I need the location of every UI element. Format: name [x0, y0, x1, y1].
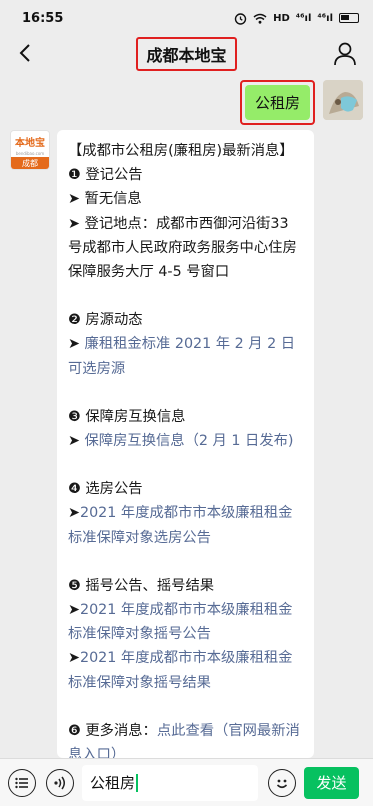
- back-button[interactable]: [10, 38, 40, 68]
- section-title: ❺ 摇号公告、摇号结果: [68, 577, 215, 594]
- exchange-info-link[interactable]: 保障房互换信息（2 月 1 日发布): [85, 433, 294, 449]
- section-line: ➤2021 年度成都市市本级廉租租金标准保障对象摇号结果: [68, 646, 304, 694]
- section-title: ❷ 房源动态: [68, 312, 143, 329]
- voice-icon: [54, 776, 65, 789]
- user-avatar-image: [323, 80, 363, 120]
- chat-title: 成都本地宝: [136, 37, 237, 71]
- list-icon: [15, 777, 28, 788]
- section-line: ➤2021 年度成都市市本级廉租租金标准保障对象摇号公告: [68, 598, 304, 646]
- hd-icon: HD: [273, 12, 290, 24]
- message-input-value: 公租房: [90, 774, 136, 792]
- arrow-icon: ➤: [68, 602, 80, 619]
- send-button[interactable]: 发送: [304, 766, 359, 799]
- text-caret: [136, 773, 138, 792]
- section-text: ➤ 登记地点：成都市西御河沿街33 号成都市人民政府政务服务中心住房保障服务大厅…: [68, 215, 297, 281]
- voice-button[interactable]: [46, 768, 74, 797]
- housing-source-link[interactable]: 廉租租金标准 2021 年 2 月 2 日可选房源: [68, 336, 295, 376]
- avatar[interactable]: [323, 80, 363, 120]
- signal-icon: ⁴⁶ıl: [317, 12, 333, 24]
- message-input[interactable]: 公租房: [82, 764, 258, 801]
- alarm-icon: [234, 12, 247, 25]
- status-icons: HD ⁴⁶ıl ⁴⁶ıl: [234, 12, 359, 25]
- section-line: ➤2021 年度成都市市本级廉租租金标准保障对象选房公告: [68, 501, 304, 549]
- bendibao-logo-text: 本地宝: [11, 131, 49, 151]
- section-title: ❻ 更多消息：: [68, 722, 157, 739]
- arrow-icon: ➤: [68, 505, 80, 522]
- selection-notice-link[interactable]: 2021 年度成都市市本级廉租租金标准保障对象选房公告: [68, 505, 292, 545]
- message-heading: 【成都市公租房(廉租房)最新消息】: [68, 143, 294, 159]
- nav-bar: 成都本地宝: [0, 36, 373, 72]
- profile-button[interactable]: [331, 40, 359, 68]
- emoji-button[interactable]: [268, 768, 296, 797]
- section-title: ❶ 登记公告: [68, 167, 143, 184]
- section-line: ➤ 保障房互换信息（2 月 1 日发布): [68, 429, 304, 453]
- emoji-icon: [276, 779, 288, 788]
- battery-icon: [339, 13, 359, 23]
- menu-button[interactable]: [8, 768, 36, 797]
- section-line: ➤ 廉租租金标准 2021 年 2 月 2 日可选房源: [68, 332, 304, 380]
- person-icon: [334, 42, 356, 66]
- status-time: 16:55: [22, 10, 64, 26]
- lottery-notice-link[interactable]: 2021 年度成都市市本级廉租租金标准保障对象摇号公告: [68, 602, 292, 642]
- section-text: ➤ 暂无信息: [68, 191, 142, 208]
- arrow-icon: ➤: [68, 650, 80, 667]
- signal-icon: ⁴⁶ıl: [295, 12, 312, 24]
- section-title: ❸ 保障房互换信息: [68, 408, 186, 425]
- arrow-icon: ➤: [68, 433, 85, 450]
- status-bar: 16:55 HD ⁴⁶ıl ⁴⁶ıl: [0, 0, 373, 36]
- chevron-left-icon: [19, 44, 30, 62]
- outgoing-bubble[interactable]: 公租房: [244, 85, 310, 120]
- wifi-icon: [253, 13, 267, 24]
- incoming-bubble: 【成都市公租房(廉租房)最新消息】 ❶ 登记公告 ➤ 暂无信息 ➤ 登记地点：成…: [57, 130, 314, 763]
- bendibao-logo-city: 成都: [11, 157, 49, 169]
- arrow-icon: ➤: [68, 336, 85, 353]
- input-bar: 公租房 发送: [0, 758, 373, 806]
- outgoing-bubble-highlight: 公租房: [239, 80, 315, 125]
- outgoing-message: 公租房: [239, 80, 363, 125]
- bendibao-avatar[interactable]: 本地宝 bendibao.com 成都: [10, 130, 50, 170]
- lottery-result-link[interactable]: 2021 年度成都市市本级廉租租金标准保障对象摇号结果: [68, 650, 292, 690]
- section-title: ❹ 选房公告: [68, 481, 143, 498]
